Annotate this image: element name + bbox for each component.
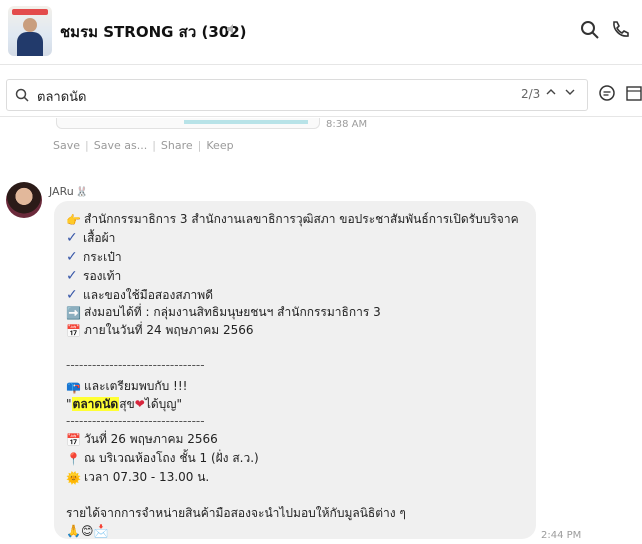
message-line: รายได้จากการจำหน่ายสินค้ามือสองจะนำไปมอบ… [66, 506, 406, 520]
sender-name[interactable]: JARu 🐰 [49, 185, 88, 198]
message-line: ✓ เสื้อผ้า [66, 230, 116, 246]
pin-icon: 📍 [66, 452, 81, 466]
message-line: 📍 ณ บริเวณห้องโถง ชั้น 1 (ฝั่ง ส.ว.) [66, 451, 259, 466]
in-chat-search-bar[interactable]: ตลาดนัด 2/3 [6, 79, 588, 111]
message-line: ✓ กระเป๋า [66, 249, 122, 265]
phone-icon[interactable] [610, 20, 632, 42]
chat-bubble-icon[interactable] [598, 84, 616, 106]
mailbox-icon: 📪 [66, 380, 81, 394]
calendar-icon: 📅 [66, 324, 81, 338]
message-line: 👉 สำนักกรรมาธิการ 3 สำนักงานเลขาธิการวุฒิ… [66, 212, 519, 227]
checkmark-icon: ✓ [66, 230, 78, 246]
message-line: "ตลาดนัดสุข❤ได้บุญ" [66, 397, 183, 411]
sun-icon: 🌞 [66, 471, 81, 485]
sender-emoji: 🐰 [75, 187, 89, 198]
chat-header: ชมรม STRONG สว (302) [0, 0, 642, 64]
previous-result-button[interactable] [545, 86, 557, 101]
next-result-button[interactable] [564, 86, 576, 101]
heart-icon: ❤ [134, 397, 145, 411]
message-line: 📪 และเตรียมพบกับ !!! [66, 379, 188, 394]
message-line: ✓ และของใช้มือสองสภาพดี [66, 287, 213, 303]
file-actions: Save | Save as... | Share | Keep [53, 139, 234, 152]
calendar-icon[interactable] [626, 84, 642, 106]
message-line: ➡️ ส่งมอบได้ที่ : กลุ่มงานสิทธิมนุษยชนฯ ส… [66, 305, 381, 320]
save-link[interactable]: Save [53, 139, 80, 152]
search-input[interactable]: ตลาดนัด [37, 86, 86, 107]
message-line: 📅 ภายในวันที่ 24 พฤษภาคม 2566 [66, 323, 254, 338]
group-title[interactable]: ชมรม STRONG สว (302) [60, 20, 246, 44]
avatar[interactable] [6, 182, 42, 218]
search-highlight: ตลาดนัด [71, 397, 120, 411]
share-link[interactable]: Share [161, 139, 193, 152]
search-result-count: 2/3 [521, 87, 541, 101]
previous-message-time: 8:38 AM [326, 119, 368, 130]
file-progress-bar [184, 120, 308, 124]
group-avatar[interactable] [8, 6, 52, 56]
message-line: 🌞 เวลา 07.30 - 13.00 น. [66, 470, 210, 485]
search-icon [15, 87, 29, 106]
emoji-line: 🙏😊📩 [66, 524, 109, 538]
search-icon[interactable] [580, 20, 602, 42]
message-line: ✓ รองเท้า [66, 268, 122, 284]
message-line: 📅 วันที่ 26 พฤษภาคม 2566 [66, 432, 218, 447]
checkmark-icon: ✓ [66, 287, 78, 303]
checkmark-icon: ✓ [66, 268, 78, 284]
divider: -------------------------------- [66, 414, 205, 428]
pointing-hand-icon: 👉 [66, 213, 81, 227]
save-as-link[interactable]: Save as... [94, 139, 147, 152]
checkmark-icon: ✓ [66, 249, 78, 265]
message-time: 2:44 PM [541, 530, 582, 541]
keep-link[interactable]: Keep [206, 139, 233, 152]
divider: -------------------------------- [66, 358, 205, 372]
right-arrow-icon: ➡️ [66, 306, 81, 320]
speaker-muted-icon[interactable] [226, 23, 238, 38]
calendar-icon: 📅 [66, 433, 81, 447]
